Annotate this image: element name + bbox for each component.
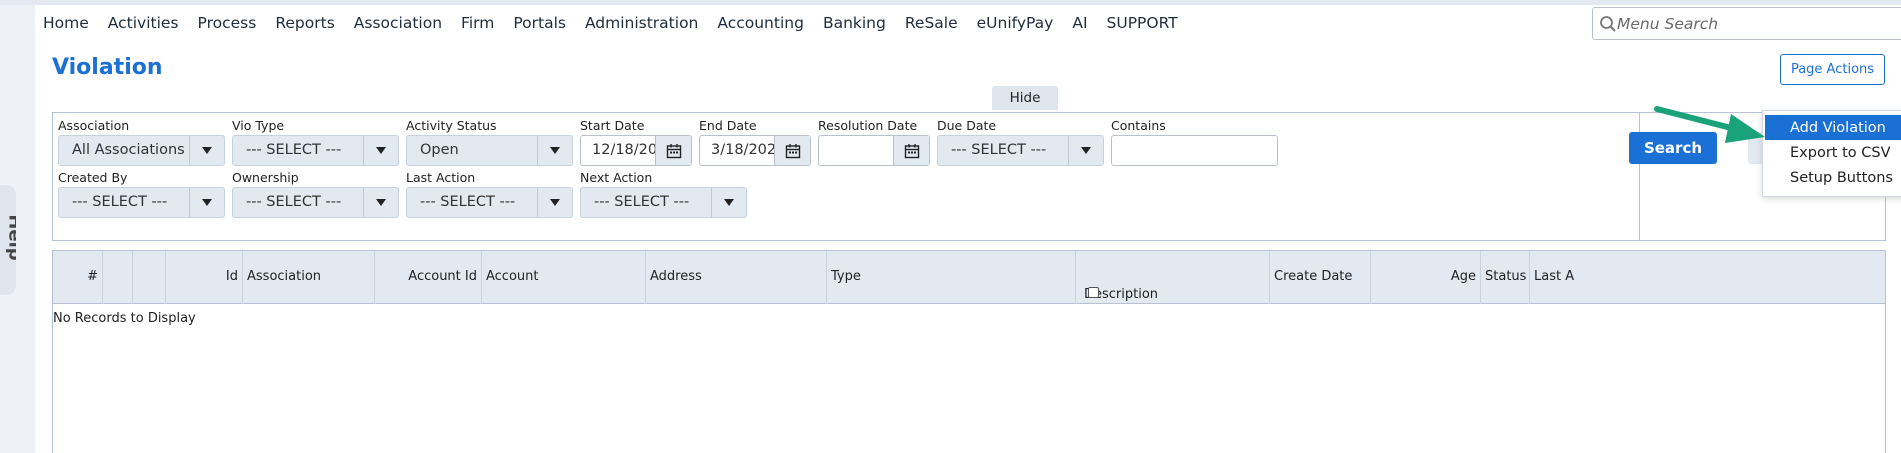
col-header-status[interactable]: Status — [1481, 251, 1530, 304]
main-content: Violation Page Actions Hide Association … — [35, 43, 1901, 453]
resolution-date-field[interactable] — [818, 135, 930, 166]
next-action-select[interactable]: --- SELECT --- — [580, 187, 747, 218]
col-header-account-id[interactable]: Account Id — [375, 251, 482, 304]
ownership-select[interactable]: --- SELECT --- — [232, 187, 399, 218]
created-by-label: Created By — [58, 170, 128, 185]
last-action-label: Last Action — [406, 170, 476, 185]
nav-item-process[interactable]: Process — [198, 14, 257, 32]
contains-label: Contains — [1111, 118, 1166, 133]
col-header-last-action[interactable]: Last A — [1530, 251, 1885, 304]
next-action-label: Next Action — [580, 170, 653, 185]
chevron-down-icon — [189, 188, 224, 217]
due-date-select[interactable]: --- SELECT --- — [937, 135, 1104, 166]
nav-item-ai[interactable]: AI — [1072, 14, 1087, 32]
search-icon — [1600, 16, 1616, 32]
page-actions-menu: Add Violation Export to CSV Setup Button… — [1762, 110, 1901, 197]
start-date-label: Start Date — [580, 118, 645, 133]
nav-item-eunifypay[interactable]: eUnifyPay — [977, 14, 1054, 32]
nav-item-resale[interactable]: ReSale — [905, 14, 958, 32]
due-date-value: --- SELECT --- — [951, 142, 1047, 158]
col-header-address[interactable]: Address — [646, 251, 827, 304]
activity-status-select[interactable]: Open — [406, 135, 573, 166]
chevron-down-icon — [1068, 136, 1103, 165]
results-grid: # Id Association Account Id Account Addr… — [52, 250, 1886, 453]
annotation-arrow-icon — [1654, 106, 1765, 143]
last-action-value: --- SELECT --- — [420, 194, 516, 210]
help-side-tab[interactable]: Help — [0, 185, 16, 295]
association-label: Association — [58, 118, 130, 133]
nav-item-reports[interactable]: Reports — [275, 14, 334, 32]
menu-item-setup-buttons[interactable]: Setup Buttons — [1765, 165, 1901, 190]
created-by-value: --- SELECT --- — [72, 194, 168, 210]
contains-input[interactable] — [1111, 135, 1278, 166]
empty-grid-message: No Records to Display — [53, 311, 196, 326]
ownership-value: --- SELECT --- — [246, 194, 342, 210]
nav-item-support[interactable]: SUPPORT — [1107, 14, 1178, 32]
chevron-down-icon — [363, 188, 398, 217]
col-header-age[interactable]: Age — [1371, 251, 1481, 304]
resolution-date-label: Resolution Date — [818, 118, 918, 133]
menu-search-box[interactable] — [1592, 7, 1901, 40]
menu-search-input[interactable] — [1617, 12, 1901, 36]
nav-item-accounting[interactable]: Accounting — [717, 14, 804, 32]
association-select[interactable]: All Associations — [58, 135, 225, 166]
calendar-icon[interactable] — [655, 136, 691, 165]
ownership-label: Ownership — [232, 170, 299, 185]
menu-item-add-violation[interactable]: Add Violation — [1765, 115, 1901, 140]
chevron-down-icon — [537, 136, 572, 165]
vio-type-value: --- SELECT --- — [246, 142, 342, 158]
chevron-down-icon — [711, 188, 746, 217]
nav-item-activities[interactable]: Activities — [108, 14, 179, 32]
description-checkbox[interactable] — [1088, 287, 1099, 298]
help-tab-label: Help — [4, 214, 16, 261]
col-header-number[interactable]: # — [53, 251, 103, 304]
nav-item-administration[interactable]: Administration — [585, 14, 698, 32]
filter-panel: Association All Associations Vio Type --… — [52, 112, 1886, 241]
chevron-down-icon — [189, 136, 224, 165]
nav-item-association[interactable]: Association — [354, 14, 442, 32]
vio-type-label: Vio Type — [232, 118, 285, 133]
col-header-account[interactable]: Account — [482, 251, 646, 304]
nav-item-portals[interactable]: Portals — [513, 14, 566, 32]
col-header-create-date[interactable]: Create Date — [1270, 251, 1371, 304]
grid-header: # Id Association Account Id Account Addr… — [53, 251, 1885, 304]
page-title: Violation — [52, 55, 163, 80]
col-header-blank-2 — [133, 251, 166, 304]
chevron-down-icon — [537, 188, 572, 217]
chevron-down-icon — [363, 136, 398, 165]
end-date-field[interactable]: 3/18/2025 — [699, 135, 811, 166]
activity-status-label: Activity Status — [406, 118, 497, 133]
last-action-select[interactable]: --- SELECT --- — [406, 187, 573, 218]
activity-status-value: Open — [420, 142, 459, 158]
nav-item-firm[interactable]: Firm — [461, 14, 494, 32]
calendar-icon[interactable] — [774, 136, 810, 165]
association-value: All Associations — [72, 142, 185, 158]
col-header-type[interactable]: Type — [827, 251, 1076, 304]
calendar-icon[interactable] — [893, 136, 929, 165]
due-date-label: Due Date — [937, 118, 997, 133]
nav-item-home[interactable]: Home — [43, 14, 89, 32]
col-header-description[interactable]: Description — [1076, 251, 1270, 304]
end-date-label: End Date — [699, 118, 757, 133]
main-menu: Home Activities Process Reports Associat… — [43, 14, 1178, 32]
vio-type-select[interactable]: --- SELECT --- — [232, 135, 399, 166]
col-header-id[interactable]: Id — [166, 251, 243, 304]
next-action-value: --- SELECT --- — [594, 194, 690, 210]
nav-item-banking[interactable]: Banking — [823, 14, 886, 32]
created-by-select[interactable]: --- SELECT --- — [58, 187, 225, 218]
hide-filters-tab[interactable]: Hide — [992, 86, 1058, 110]
page-actions-button[interactable]: Page Actions — [1780, 54, 1885, 85]
col-header-blank-1 — [103, 251, 133, 304]
start-date-field[interactable]: 12/18/2024 — [580, 135, 692, 166]
col-header-association[interactable]: Association — [243, 251, 375, 304]
top-navbar: Home Activities Process Reports Associat… — [35, 5, 1901, 43]
menu-item-export-csv[interactable]: Export to CSV — [1765, 140, 1901, 165]
